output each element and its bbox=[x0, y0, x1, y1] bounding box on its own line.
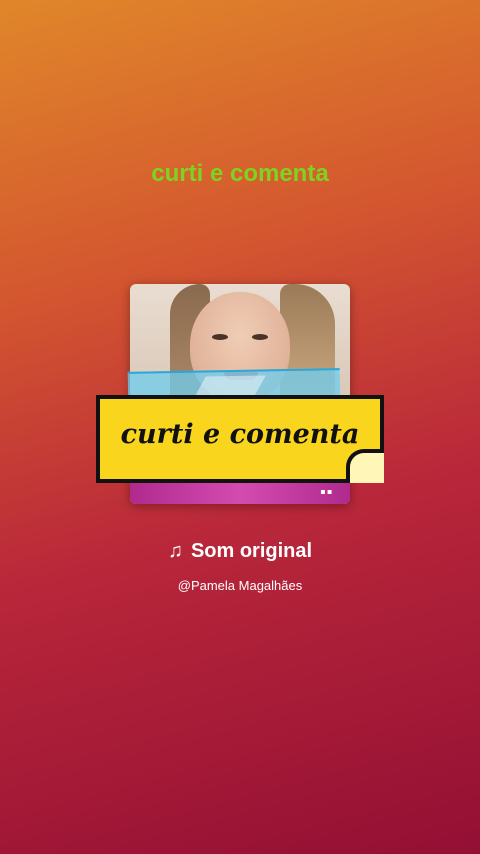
more-options-icon[interactable]: ▪▪ bbox=[320, 484, 333, 502]
music-note-icon: ♫ bbox=[167, 540, 183, 562]
username[interactable]: @Pamela Magalhães bbox=[0, 578, 480, 593]
sound-title[interactable]: ♫ Som original bbox=[0, 540, 480, 563]
caption-sticker: curti e comenta bbox=[96, 395, 384, 483]
sticker-text: curti e comenta bbox=[120, 419, 360, 450]
sound-label: Som original bbox=[190, 540, 313, 562]
thumbnail-eye-right bbox=[252, 334, 268, 340]
thumbnail-eye-left bbox=[212, 334, 228, 340]
caption-text: curti e comenta bbox=[151, 160, 329, 187]
sticker-curl bbox=[346, 449, 384, 483]
